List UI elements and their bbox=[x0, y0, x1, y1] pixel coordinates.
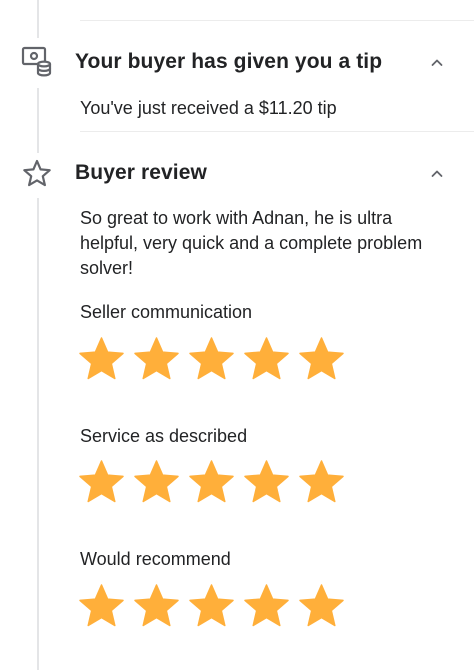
star-filled-icon bbox=[78, 336, 125, 383]
star-filled-icon bbox=[243, 583, 290, 630]
star-outline-icon bbox=[20, 157, 54, 191]
star-rating bbox=[78, 583, 353, 631]
criterion-label: Seller communication bbox=[80, 302, 253, 322]
criterion-label: Would recommend bbox=[80, 549, 231, 569]
star-filled-icon bbox=[298, 459, 345, 506]
star-filled-icon bbox=[188, 583, 235, 630]
criterion-label: Service as described bbox=[80, 426, 248, 446]
star-filled-icon bbox=[78, 583, 125, 630]
star-filled-icon bbox=[133, 583, 180, 630]
tip-message: You've just received a $11.20 tip bbox=[80, 98, 337, 118]
star-filled-icon bbox=[243, 336, 290, 383]
review-section-title: Buyer review bbox=[75, 161, 207, 184]
star-filled-icon bbox=[133, 336, 180, 383]
star-filled-icon bbox=[188, 336, 235, 383]
star-filled-icon bbox=[133, 459, 180, 506]
star-rating bbox=[78, 459, 353, 507]
timeline-line-top bbox=[37, 0, 39, 38]
star-filled-icon bbox=[243, 459, 290, 506]
tip-section-title: Your buyer has given you a tip bbox=[75, 50, 383, 73]
timeline-line-bottom bbox=[37, 198, 39, 670]
star-filled-icon bbox=[298, 583, 345, 630]
star-filled-icon bbox=[188, 459, 235, 506]
section-divider bbox=[80, 131, 474, 132]
star-rating bbox=[78, 336, 353, 384]
timeline-line-middle bbox=[37, 88, 39, 153]
star-filled-icon bbox=[298, 336, 345, 383]
star-filled-icon bbox=[78, 459, 125, 506]
collapse-tip-section-chevron-up-icon[interactable] bbox=[428, 54, 446, 72]
section-divider bbox=[80, 20, 474, 21]
money-tip-icon bbox=[20, 44, 54, 78]
review-text: So great to work with Adnan, he is ultra… bbox=[80, 208, 423, 278]
collapse-review-section-chevron-up-icon[interactable] bbox=[428, 165, 446, 183]
